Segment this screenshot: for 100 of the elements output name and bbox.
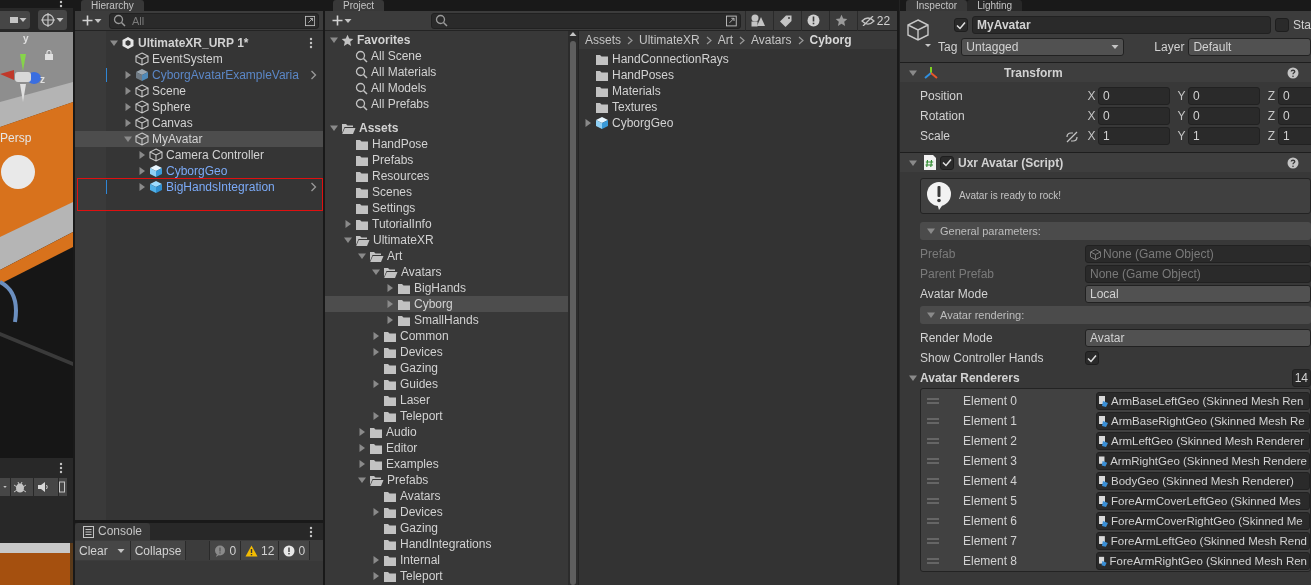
debug-toggle[interactable] <box>11 478 33 496</box>
saved-search-item[interactable]: All Models <box>325 80 568 96</box>
collapsed-arrow-icon[interactable] <box>583 118 593 128</box>
cube-icon[interactable] <box>906 18 932 48</box>
enable-checkbox[interactable] <box>940 155 954 170</box>
number-field[interactable]: 0 <box>1098 107 1170 125</box>
drag-handle-icon[interactable] <box>927 558 939 564</box>
help-icon[interactable] <box>1287 66 1299 79</box>
drag-handle-icon[interactable] <box>927 518 939 524</box>
hierarchy-row[interactable]: EventSystem <box>75 51 323 67</box>
tag-dropdown[interactable]: Untagged <box>961 38 1125 56</box>
project-tree-item[interactable]: SmallHands <box>325 312 568 328</box>
collapsed-arrow-icon[interactable] <box>357 427 367 437</box>
dropdown[interactable]: Avatar <box>1085 329 1311 347</box>
name-field[interactable]: MyAvatar <box>972 16 1271 34</box>
project-tree-item[interactable]: Prefabs <box>325 472 568 488</box>
clear-button[interactable]: Clear <box>75 541 112 560</box>
collapsed-arrow-icon[interactable] <box>123 86 133 96</box>
search-field[interactable] <box>431 12 741 29</box>
collapsed-arrow-icon[interactable] <box>385 299 395 309</box>
number-field[interactable]: 0 <box>1098 87 1170 105</box>
drag-handle-icon[interactable] <box>927 498 939 504</box>
foldout-header[interactable]: General parameters: <box>920 222 1311 240</box>
collapsed-arrow-icon[interactable] <box>123 118 133 128</box>
project-tree-item[interactable]: Devices <box>325 504 568 520</box>
collapsed-arrow-icon[interactable] <box>371 411 381 421</box>
project-tree-item[interactable]: Resources <box>325 168 568 184</box>
more-options-icon[interactable] <box>59 462 63 474</box>
hierarchy-row[interactable]: Scene <box>75 83 323 99</box>
expanded-arrow-icon[interactable] <box>357 475 367 485</box>
collapsed-arrow-icon[interactable] <box>137 182 147 192</box>
breadcrumb-link[interactable]: UltimateXR <box>639 32 700 48</box>
project-tree-item[interactable]: Gazing <box>325 520 568 536</box>
object-field[interactable]: ArmBaseRightGeo (Skinned Mesh Re <box>1096 412 1310 430</box>
saved-search-item[interactable]: All Scene <box>325 48 568 64</box>
breadcrumb-link[interactable]: Assets <box>585 32 621 48</box>
saved-search-item[interactable]: All Materials <box>325 64 568 80</box>
drag-handle-icon[interactable] <box>927 458 939 464</box>
number-field[interactable]: 1 <box>1188 127 1260 145</box>
panel-tab[interactable]: Lighting <box>967 0 1023 11</box>
component-header[interactable]: Uxr Avatar (Script) <box>900 152 1311 172</box>
project-tree-item[interactable]: Teleport <box>325 568 568 584</box>
asset-item[interactable]: CyborgGeo <box>579 115 897 131</box>
project-tree-item[interactable]: Avatars <box>325 264 568 280</box>
collapsed-arrow-icon[interactable] <box>371 507 381 517</box>
expanded-arrow-icon[interactable] <box>343 235 353 245</box>
number-field[interactable]: 0 <box>1188 107 1260 125</box>
number-field[interactable]: 0 <box>1278 107 1311 125</box>
gizmo-dropdown[interactable] <box>38 10 67 30</box>
drag-handle-icon[interactable] <box>927 478 939 484</box>
asset-item[interactable]: HandConnectionRays <box>579 51 897 67</box>
project-tree-item[interactable]: Avatars <box>325 488 568 504</box>
collapsed-arrow-icon[interactable] <box>357 459 367 469</box>
drag-handle-icon[interactable] <box>927 398 939 404</box>
breadcrumb-link[interactable]: Cyborg <box>809 32 852 48</box>
drag-handle-icon[interactable] <box>927 418 939 424</box>
object-field[interactable]: ArmBaseLeftGeo (Skinned Mesh Ren <box>1096 392 1310 410</box>
hierarchy-row[interactable]: Sphere <box>75 99 323 115</box>
collapsed-arrow-icon[interactable] <box>385 283 395 293</box>
project-tree-item[interactable]: HandPose <box>325 136 568 152</box>
expanded-arrow-icon[interactable] <box>357 251 367 261</box>
panel-tab[interactable]: Inspector <box>906 0 968 11</box>
project-tree-item[interactable]: Cyborg <box>325 296 568 312</box>
layer-dropdown[interactable]: Default <box>1188 38 1311 56</box>
project-tree-item[interactable]: Prefabs <box>325 152 568 168</box>
project-tree-item[interactable]: Common <box>325 328 568 344</box>
active-checkbox[interactable] <box>954 18 968 32</box>
collapsed-arrow-icon[interactable] <box>371 379 381 389</box>
project-tree-item[interactable]: Gazing <box>325 360 568 376</box>
drag-handle-icon[interactable] <box>927 438 939 444</box>
number-field[interactable]: 0 <box>1188 87 1260 105</box>
collapsed-arrow-icon[interactable] <box>123 102 133 112</box>
drag-handle-icon[interactable] <box>927 538 939 544</box>
unlinked-icon[interactable] <box>1065 130 1079 143</box>
collapsed-arrow-icon[interactable] <box>137 150 147 160</box>
project-tree-item[interactable]: TutorialInfo <box>325 216 568 232</box>
expanded-arrow-icon[interactable] <box>123 134 133 144</box>
object-field[interactable]: ArmLeftGeo (Skinned Mesh Renderer <box>1096 432 1310 450</box>
collapsed-arrow-icon[interactable] <box>137 166 147 176</box>
project-tree-item[interactable]: Scenes <box>325 184 568 200</box>
expanded-arrow-icon[interactable] <box>371 267 381 277</box>
dropdown[interactable]: Local <box>1085 285 1311 303</box>
object-field[interactable]: ForeArmCoverLeftGeo (Skinned Mes <box>1096 492 1310 510</box>
object-field[interactable]: ForeArmCoverRightGeo (Skinned Me <box>1096 512 1310 530</box>
pop-out-icon[interactable] <box>726 14 737 27</box>
hidden-packages-toggle[interactable]: 22 <box>857 10 893 31</box>
asset-item[interactable]: Textures <box>579 99 897 115</box>
search-field[interactable]: All <box>109 12 319 29</box>
chevron-right-icon[interactable] <box>310 182 317 192</box>
message-count-toggle[interactable]: 12 <box>241 541 280 560</box>
expanded-arrow-icon[interactable] <box>109 38 119 48</box>
more-options-icon[interactable] <box>309 37 313 49</box>
object-field[interactable]: BodyGeo (Skinned Mesh Renderer) <box>1096 472 1310 490</box>
project-tree-item[interactable]: Audio <box>325 424 568 440</box>
list-size-field[interactable]: 14 <box>1291 369 1311 387</box>
project-tree-item[interactable]: Examples <box>325 456 568 472</box>
project-tree-item[interactable]: Editor <box>325 440 568 456</box>
hierarchy-row[interactable]: CyborgGeo <box>75 163 323 179</box>
scrollbar[interactable] <box>568 31 578 585</box>
panel-tab[interactable]: Hierarchy <box>81 0 144 11</box>
